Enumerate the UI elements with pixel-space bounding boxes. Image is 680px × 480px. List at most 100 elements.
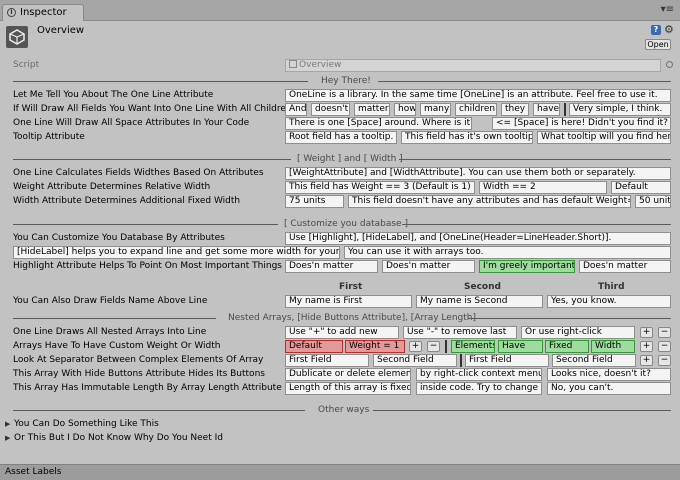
word-field[interactable]: many <box>420 103 451 116</box>
text-field[interactable]: 50 units <box>635 195 671 208</box>
gear-icon[interactable]: ⚙ <box>664 23 674 36</box>
text-field[interactable]: Use "+" to add new <box>285 326 399 339</box>
text-field[interactable]: This field doesn't have any attributes a… <box>348 195 631 208</box>
text-field[interactable]: This field has it's own tooltip. <box>401 131 533 144</box>
highlighted-field[interactable]: Default <box>285 340 343 353</box>
text-field[interactable]: Or use right-click <box>521 326 635 339</box>
field-label: One Line Will Draw All Space Attributes … <box>13 118 250 128</box>
text-field[interactable]: Does'n matter <box>579 260 671 273</box>
highlighted-field[interactable]: Elements <box>451 340 495 353</box>
add-element-button[interactable]: + <box>640 341 653 352</box>
word-field[interactable]: how <box>394 103 416 116</box>
text-field[interactable]: First Field <box>465 354 549 367</box>
field-label: You Can Also Draw Fields Name Above Line <box>13 296 208 306</box>
text-field[interactable]: Root field has a tooltip. <box>285 131 397 144</box>
separator-label: Nested Arrays, [Hide Buttons Attribute],… <box>228 313 476 323</box>
remove-element-button[interactable]: − <box>658 341 671 352</box>
text-field[interactable]: Second Field <box>552 354 636 367</box>
text-field[interactable]: <= [Space] is here! Didn't you find it? <box>492 117 671 130</box>
remove-element-button[interactable]: − <box>427 341 440 352</box>
script-value: Overview <box>299 60 342 70</box>
tab-bar: i Inspector ▾≡ <box>0 0 680 21</box>
text-field[interactable]: 75 units <box>285 195 344 208</box>
highlighted-field[interactable]: Have <box>498 340 543 353</box>
highlighted-field[interactable]: I'm greely important <box>479 260 575 273</box>
text-field[interactable]: What tooltip will you find here? <box>537 131 671 144</box>
asset-labels-bar[interactable]: Asset Labels <box>0 464 680 480</box>
separator-hey-there: Hey There! <box>13 75 671 88</box>
foldout-arrow-icon[interactable]: ▶ <box>5 418 10 431</box>
open-button[interactable]: Open <box>645 39 671 50</box>
separator-label: [ Customize you database ] <box>284 219 408 229</box>
column-header-second: Second <box>464 282 501 292</box>
text-field[interactable]: Looks nice, doesn't it? <box>547 368 671 381</box>
vertical-separator <box>445 340 447 353</box>
text-field[interactable]: Very simple, I think. <box>569 103 671 116</box>
text-field[interactable]: Use [Highlight], [HideLabel], and [OneLi… <box>285 232 671 245</box>
word-field[interactable]: have <box>533 103 560 116</box>
text-field[interactable]: Does'n matter <box>382 260 475 273</box>
add-element-button[interactable]: + <box>409 341 422 352</box>
word-field[interactable]: doesn't <box>311 103 350 116</box>
text-field[interactable]: by right-click context menu <box>416 368 542 381</box>
word-field[interactable]: And <box>285 103 307 116</box>
field-label: Highlight Attribute Helps To Point On Mo… <box>13 261 282 271</box>
add-element-button[interactable]: + <box>640 327 653 338</box>
script-icon <box>289 60 297 68</box>
separator-label: Other ways <box>318 405 370 415</box>
separator-label: Hey There! <box>321 76 371 86</box>
field-label: If Will Draw All Fields You Want Into On… <box>13 104 292 114</box>
remove-element-button[interactable]: − <box>658 355 671 366</box>
highlighted-field[interactable]: Weight = 1 <box>345 340 405 353</box>
text-field[interactable]: My name is First <box>285 295 412 308</box>
column-header-first: First <box>339 282 363 292</box>
tab-inspector[interactable]: i Inspector <box>2 4 84 21</box>
remove-element-button[interactable]: − <box>658 327 671 338</box>
foldout-label[interactable]: You Can Do Something Like This <box>14 418 159 431</box>
text-field[interactable]: [HideLabel] helps you to expand line and… <box>13 246 340 259</box>
field-label: One Line Calculates Fields Widthes Based… <box>13 168 264 178</box>
foldout-arrow-icon[interactable]: ▶ <box>5 432 10 445</box>
text-field[interactable]: Width == 2 <box>479 181 607 194</box>
text-field[interactable]: [WeightAttribute] and [WidthAttribute]. … <box>285 167 671 180</box>
inspector-header: Overview ? ⚙ Open <box>0 21 680 53</box>
separator-label: [ Weight ] and [ Width ] <box>297 154 403 164</box>
text-field[interactable]: There is one [Space] around. Where is it… <box>285 117 472 130</box>
object-picker-icon[interactable] <box>666 61 673 68</box>
text-field[interactable]: Does'n matter <box>285 260 378 273</box>
asset-labels-label: Asset Labels <box>5 467 62 477</box>
word-field[interactable]: children <box>455 103 497 116</box>
script-label: Script <box>13 60 40 70</box>
help-icon[interactable]: ? <box>651 25 661 35</box>
text-field[interactable]: Default <box>611 181 671 194</box>
field-label: Width Attribute Determines Additional Fi… <box>13 196 241 206</box>
info-icon: i <box>7 8 16 17</box>
text-field[interactable]: No, you can't. <box>547 382 671 395</box>
field-label: Arrays Have To Have Custom Weight Or Wid… <box>13 341 221 351</box>
foldout-label[interactable]: Or This But I Do Not Know Why Do You Nee… <box>14 432 223 445</box>
text-field[interactable]: First Field <box>285 354 369 367</box>
add-element-button[interactable]: + <box>640 355 653 366</box>
text-field[interactable]: My name is Second <box>416 295 543 308</box>
text-field[interactable]: Yes, you know. <box>547 295 671 308</box>
text-field[interactable]: Dublicate or delete elements <box>285 368 411 381</box>
highlighted-field[interactable]: Fixed <box>545 340 589 353</box>
separator-nested: Nested Arrays, [Hide Buttons Attribute],… <box>13 312 671 325</box>
separator-other-ways: Other ways <box>13 404 671 417</box>
text-field[interactable]: Length of this array is fixed <box>285 382 411 395</box>
field-label: This Array Has Immutable Length By Array… <box>13 383 282 393</box>
word-field[interactable]: matter <box>354 103 390 116</box>
highlighted-field[interactable]: Width <box>591 340 635 353</box>
text-field[interactable]: inside code. Try to change it <box>416 382 542 395</box>
text-field[interactable]: Second Field <box>373 354 457 367</box>
text-field[interactable]: You can use it with arrays too. <box>344 246 671 259</box>
text-field[interactable]: OneLine is a library. In the same time [… <box>285 89 671 102</box>
tab-menu-icon[interactable]: ▾≡ <box>661 4 674 15</box>
tab-label: Inspector <box>20 7 67 18</box>
text-field[interactable]: This field has Weight == 3 (Default is 1… <box>285 181 475 194</box>
text-field[interactable]: Use "-" to remove last <box>403 326 517 339</box>
separator-customize: [ Customize you database ] <box>13 218 671 231</box>
field-label: You Can Customize You Database By Attrib… <box>13 233 225 243</box>
script-field[interactable]: Overview <box>285 59 661 72</box>
word-field[interactable]: they <box>501 103 529 116</box>
